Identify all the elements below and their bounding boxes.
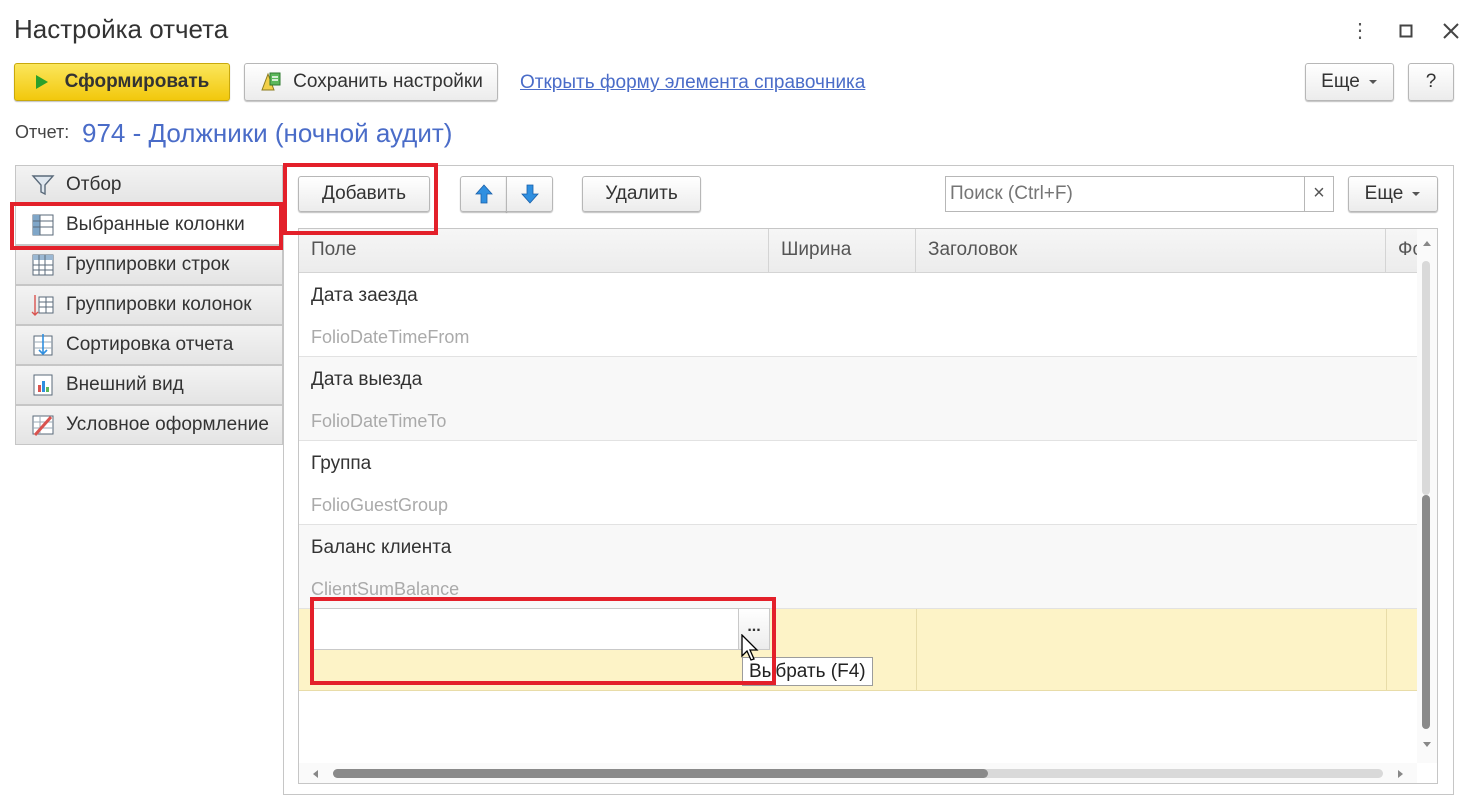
tab-sort[interactable]: Сортировка отчета <box>15 325 283 365</box>
arrow-down-icon <box>520 184 539 204</box>
appearance-icon <box>30 372 56 398</box>
cell-divider <box>916 609 917 691</box>
tab-row-groups-label: Группировки строк <box>66 254 230 275</box>
tab-row-groups[interactable]: Группировки строк <box>15 245 283 285</box>
field-name: Дата заезда <box>311 285 418 306</box>
sort-icon <box>30 332 56 358</box>
annotation-highlight-add <box>283 163 438 235</box>
conditional-format-icon <box>30 412 56 438</box>
column-header-width[interactable]: Ширина <box>769 229 916 273</box>
open-form-link[interactable]: Открыть форму элемента справочника <box>520 72 865 94</box>
move-up-button[interactable] <box>460 176 507 212</box>
play-icon <box>35 75 48 89</box>
annotation-highlight-new-row <box>310 597 776 685</box>
save-settings-button[interactable]: Сохранить настройки <box>244 63 498 101</box>
vertical-scrollbar[interactable] <box>1417 229 1437 763</box>
field-code: FolioGuestGroup <box>311 495 449 515</box>
horizontal-scroll-thumb[interactable] <box>333 769 988 778</box>
vertical-scroll-thumb[interactable] <box>1422 495 1430 729</box>
filter-icon <box>30 172 56 198</box>
clear-search-button[interactable]: × <box>1304 176 1334 212</box>
cell-divider <box>1386 609 1387 691</box>
scroll-down-icon[interactable] <box>1422 741 1432 749</box>
table-row[interactable]: Группа FolioGuestGroup <box>299 441 1417 525</box>
more-menu-label: Еще <box>1321 71 1360 92</box>
tab-appearance-label: Внешний вид <box>66 374 184 395</box>
tab-filter-label: Отбор <box>66 174 122 195</box>
tab-column-groups-label: Группировки колонок <box>66 294 252 315</box>
tab-sort-label: Сортировка отчета <box>66 334 234 355</box>
more-menu-button[interactable]: Еще <box>1305 63 1394 101</box>
move-down-button[interactable] <box>506 176 553 212</box>
scroll-right-icon[interactable] <box>1397 769 1405 779</box>
tab-column-groups[interactable]: Группировки колонок <box>15 285 283 325</box>
table-row[interactable]: Дата выезда FolioDateTimeTo <box>299 357 1417 441</box>
column-groups-icon <box>30 292 56 318</box>
panel-more-label: Еще <box>1364 183 1404 204</box>
tab-appearance[interactable]: Внешний вид <box>15 365 283 405</box>
generate-button-label: Сформировать <box>64 71 210 92</box>
help-button[interactable]: ? <box>1408 63 1454 101</box>
tab-conditional-format-label: Условное оформление <box>66 414 269 435</box>
arrow-up-icon <box>474 184 493 204</box>
table-row[interactable]: Дата заезда FolioDateTimeFrom <box>299 273 1417 357</box>
report-label: Отчет: <box>15 122 70 142</box>
chevron-down-icon <box>1368 80 1377 84</box>
scroll-left-icon[interactable] <box>311 769 319 779</box>
column-header-format[interactable]: Фо <box>1386 229 1417 273</box>
window-title: Настройка отчета <box>14 14 229 44</box>
table-header: Поле Ширина Заголовок Фо <box>299 229 1417 273</box>
scroll-up-icon[interactable] <box>1422 239 1432 247</box>
window-menu-icon[interactable]: ⋮ <box>1348 16 1372 46</box>
field-name: Баланс клиента <box>311 537 452 558</box>
column-header-field[interactable]: Поле <box>299 229 769 273</box>
search-input[interactable] <box>945 176 1305 212</box>
delete-button[interactable]: Удалить <box>582 176 701 212</box>
field-name: Дата выезда <box>311 369 423 390</box>
save-settings-label: Сохранить настройки <box>293 71 483 92</box>
panel-more-button[interactable]: Еще <box>1348 176 1438 212</box>
horizontal-scrollbar[interactable] <box>299 763 1417 783</box>
field-code: FolioDateTimeTo <box>311 411 447 431</box>
tab-conditional-format[interactable]: Условное оформление <box>15 405 283 445</box>
field-code: FolioDateTimeFrom <box>311 327 470 347</box>
vertical-scroll-track <box>1422 261 1430 495</box>
generate-button[interactable]: Сформировать <box>14 63 230 101</box>
annotation-highlight-tab <box>10 202 283 250</box>
maximize-icon[interactable] <box>1394 16 1418 46</box>
close-icon[interactable] <box>1439 16 1463 46</box>
report-name[interactable]: 974 - Должники (ночной аудит) <box>82 118 452 149</box>
tab-filter[interactable]: Отбор <box>15 165 283 205</box>
field-name: Группа <box>311 453 372 474</box>
chevron-down-icon <box>1412 192 1421 196</box>
column-header-title[interactable]: Заголовок <box>916 229 1386 273</box>
save-settings-icon <box>261 72 281 91</box>
columns-table: Поле Ширина Заголовок Фо Дата заезда Fol… <box>298 228 1438 784</box>
row-groups-icon <box>30 252 56 278</box>
